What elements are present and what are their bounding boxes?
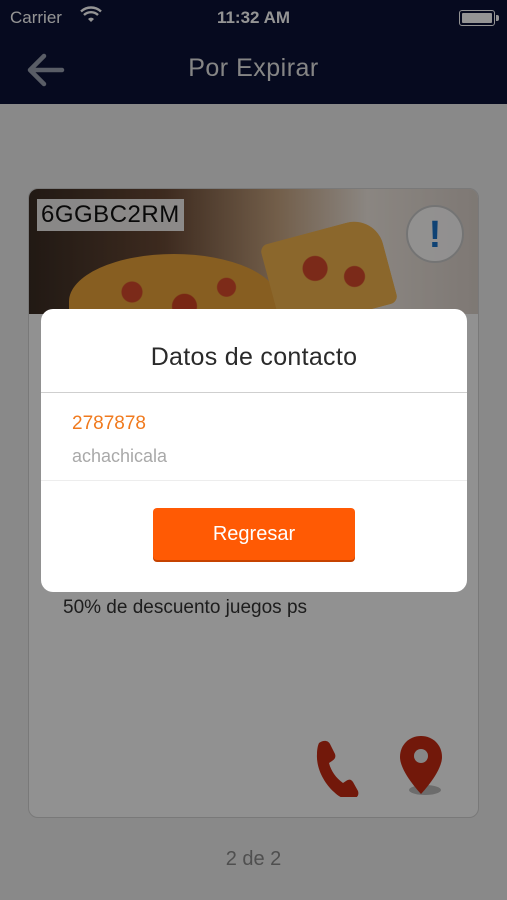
contact-name: achachicala [72, 446, 168, 466]
divider [41, 480, 467, 481]
dialog-title: Datos de contacto [150, 343, 358, 371]
back-button[interactable]: Regresar [153, 508, 355, 560]
divider [41, 392, 467, 393]
contact-dialog: Datos de contacto 2787878 achachicala Re… [41, 309, 467, 592]
contact-phone[interactable]: 2787878 [72, 413, 146, 435]
